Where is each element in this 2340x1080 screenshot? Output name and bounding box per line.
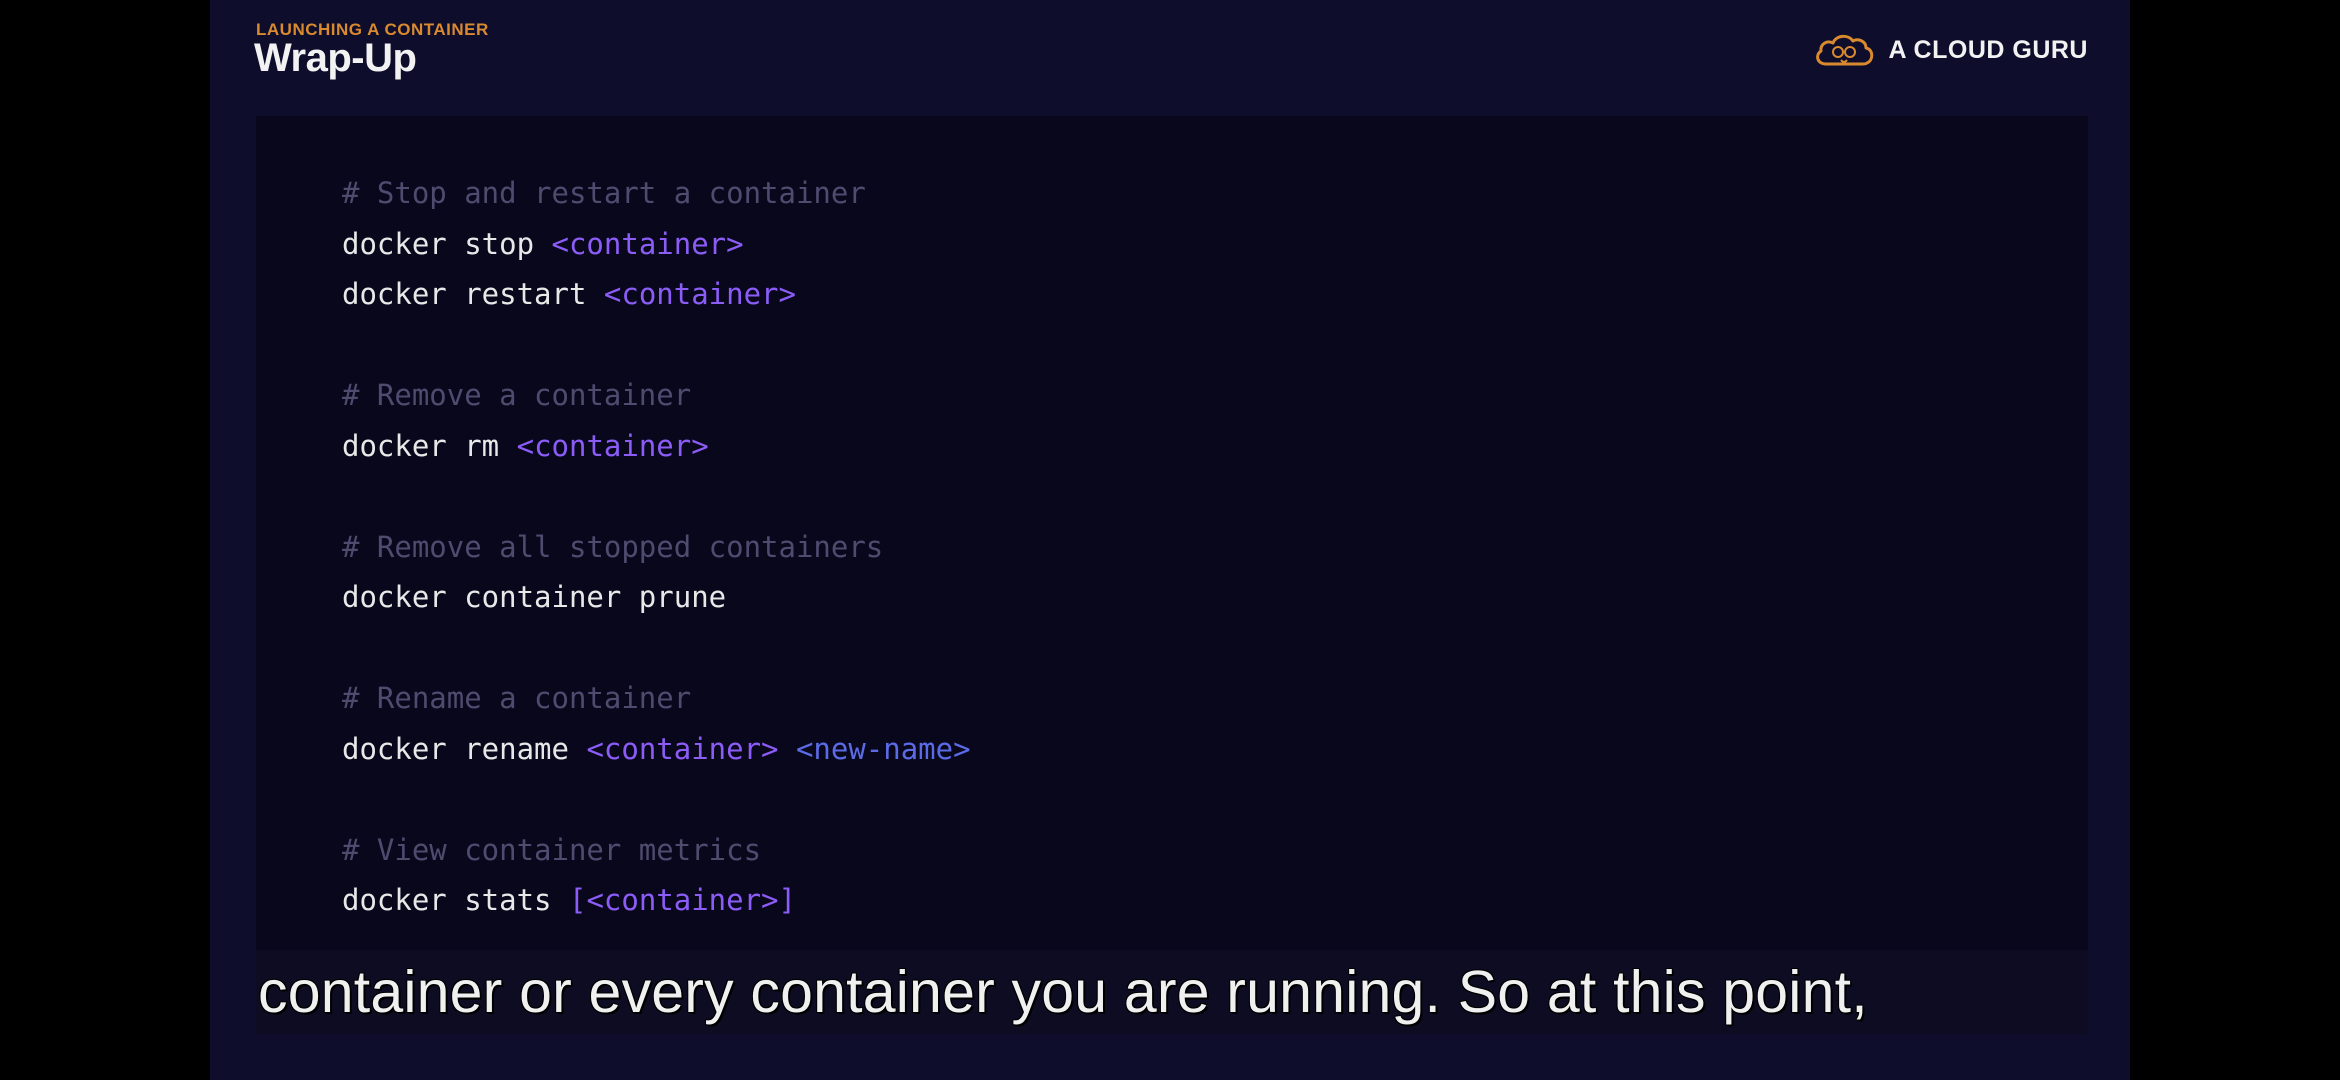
code-command: docker stop bbox=[342, 226, 552, 261]
code-comment: # View container metrics bbox=[342, 832, 762, 867]
code-command: docker restart bbox=[342, 277, 604, 311]
code-command-line: docker container prune bbox=[342, 572, 971, 623]
code-panel: # Stop and restart a container docker sto… bbox=[256, 116, 2088, 1034]
video-frame: LAUNCHING A CONTAINER Wrap-Up A CLOUD GU… bbox=[0, 0, 2340, 1080]
code-command: docker rename bbox=[342, 731, 587, 766]
code-command-line: docker stop <container> bbox=[342, 219, 971, 270]
code-command-line: docker rename <container> <new-name> bbox=[342, 724, 971, 775]
caption-text: container or every container you are run… bbox=[258, 959, 1868, 1025]
brand: A CLOUD GURU bbox=[1812, 30, 2088, 70]
code-block: # Stop and restart a container docker sto… bbox=[342, 168, 971, 926]
slide: LAUNCHING A CONTAINER Wrap-Up A CLOUD GU… bbox=[210, 0, 2130, 1080]
code-comment-line: # View container metrics bbox=[342, 825, 971, 876]
brand-name: A CLOUD GURU bbox=[1888, 35, 2088, 64]
code-argument: <container> bbox=[586, 731, 779, 766]
cloud-guru-logo-icon bbox=[1816, 34, 1874, 66]
code-command-line: docker restart <container> bbox=[342, 269, 971, 320]
code-argument: <container> bbox=[603, 277, 796, 311]
code-argument: <container> bbox=[516, 428, 709, 463]
code-comment: # Rename a container bbox=[342, 681, 692, 715]
code-comment: # Remove all stopped containers bbox=[342, 529, 884, 564]
code-comment-line: # Stop and restart a container bbox=[342, 168, 971, 219]
code-argument: <container> bbox=[551, 226, 744, 261]
code-comment: # Remove a container bbox=[342, 378, 692, 412]
code-argument: [<container>] bbox=[568, 883, 796, 917]
code-separator bbox=[779, 732, 796, 766]
code-comment-line: # Rename a container bbox=[342, 673, 971, 724]
code-command: docker rm bbox=[342, 428, 517, 463]
code-command: docker stats bbox=[342, 883, 569, 917]
code-command-line: docker rm <container> bbox=[342, 421, 971, 472]
slide-title: Wrap-Up bbox=[254, 36, 417, 80]
caption-bar: container or every container you are run… bbox=[256, 950, 2088, 1034]
code-command: docker container prune bbox=[342, 580, 727, 614]
code-argument-secondary: <new-name> bbox=[795, 731, 971, 766]
code-comment-line: # Remove all stopped containers bbox=[342, 522, 971, 573]
code-comment-line: # Remove a container bbox=[342, 370, 971, 421]
code-command-line: docker stats [<container>] bbox=[342, 875, 971, 926]
code-comment: # Stop and restart a container bbox=[342, 176, 866, 210]
